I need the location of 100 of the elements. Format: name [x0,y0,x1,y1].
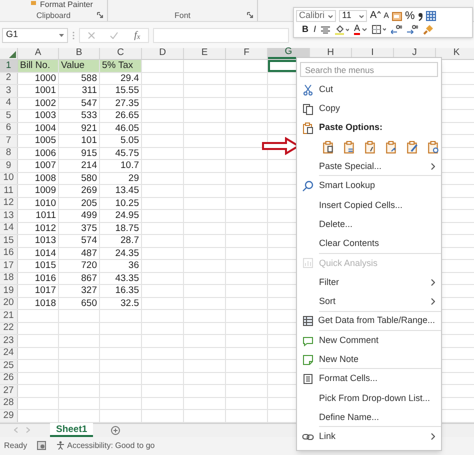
menu-item[interactable]: Get Data from Table/Range... [297,312,441,331]
menu-item[interactable]: Insert Copied Cells... [297,196,441,216]
insert-function-button[interactable]: f$_{x}$ [134,28,140,42]
table-cell: 327 [59,285,100,296]
macro-record-icon[interactable] [37,441,46,450]
row-header[interactable]: 16 [0,248,18,259]
table-cell: 15.55 [100,85,142,96]
sheet-tab[interactable]: Sheet1 [50,423,94,437]
row-header[interactable]: 10 [0,172,18,184]
menu-item[interactable]: Smart Lookup [297,176,441,196]
table-cell: 1011 [18,210,59,222]
font-color-button[interactable]: A [354,24,368,35]
menu-item[interactable]: Define Name... [297,408,441,428]
row-header[interactable]: 2 [0,72,18,84]
table-cell: 29 [100,172,142,184]
menu-item[interactable]: Link [297,427,441,447]
menu-item[interactable]: Clear Contents [297,234,441,254]
column-header[interactable]: C [100,48,142,59]
paste-option-button[interactable] [426,140,441,156]
menu-item[interactable]: New Note [297,350,441,370]
row-header[interactable]: 22 [0,322,18,334]
row-header[interactable]: 6 [0,122,18,134]
row-header[interactable]: 15 [0,235,18,246]
increase-decimal-icon[interactable] [391,25,402,34]
menu-item[interactable]: Paste Special... [297,157,441,176]
check-icon[interactable] [110,32,118,38]
accessibility-status[interactable]: Accessibility: Good to go [67,440,155,452]
table-cell: 46.05 [100,122,142,134]
table-cell: 311 [59,85,100,96]
column-header[interactable]: E [184,48,226,59]
add-sheet-icon[interactable] [111,426,120,434]
row-header[interactable]: 28 [0,398,18,409]
row-header[interactable]: 25 [0,360,18,372]
paste-option-button[interactable] [405,140,420,156]
column-header[interactable]: G [268,48,310,59]
chevron-right-icon [431,279,435,286]
borders-icon[interactable] [372,25,386,34]
shrink-font-button[interactable]: A [384,12,390,20]
row-header[interactable]: 24 [0,348,18,359]
paintbrush-icon[interactable] [423,24,434,34]
search-field[interactable]: Search the menus [300,62,438,77]
row-header[interactable]: 17 [0,260,18,272]
format-painter-button[interactable]: Format Painter [30,0,93,9]
paste-option-button[interactable] [384,140,399,156]
table-cell: 45.75 [100,148,142,159]
decrease-decimal-icon[interactable] [407,25,418,34]
row-header[interactable]: 8 [0,148,18,159]
paste-option-button[interactable] [342,140,357,156]
menu-item[interactable]: Cut [297,80,441,100]
row-header[interactable]: 3 [0,85,18,96]
menu-item[interactable]: New Comment [297,330,441,350]
paste-option-button[interactable] [321,140,336,156]
formula-input[interactable] [153,28,289,42]
grow-font-button[interactable]: A [370,11,381,21]
menu-item[interactable]: Delete... [297,215,441,234]
accounting-format-icon[interactable] [392,12,402,20]
menu-item[interactable]: Format Cells... [297,369,441,389]
column-header[interactable]: B [59,48,100,59]
table-icon[interactable] [426,11,436,21]
font-size-field[interactable]: 11 [339,10,367,22]
row-header[interactable]: 11 [0,185,18,196]
name-box[interactable]: G1 [2,28,68,42]
row-header[interactable]: 14 [0,222,18,234]
accessibility-icon[interactable] [56,441,66,450]
fill-color-icon[interactable] [335,24,350,34]
table-cell: Bill No. [18,60,59,72]
row-header[interactable]: 23 [0,335,18,346]
dialog-launcher-icon [97,12,103,18]
column-header[interactable]: A [18,48,59,59]
menu-item[interactable]: Sort [297,292,441,312]
paste-option-button[interactable] [363,140,378,156]
row-header[interactable]: 4 [0,98,18,109]
table-cell: 101 [59,135,100,146]
table-cell: 16.35 [100,285,142,296]
align-center-icon[interactable] [321,26,330,34]
column-header[interactable]: D [142,48,184,59]
comma-icon[interactable] [418,12,423,20]
bold-button[interactable]: B [302,25,308,34]
row-header[interactable]: 1 [0,60,18,72]
row-header[interactable]: 27 [0,385,18,396]
row-header[interactable]: 13 [0,210,18,222]
row-header[interactable]: 20 [0,298,18,309]
row-header[interactable]: 7 [0,135,18,146]
menu-item[interactable]: Pick From Drop-down List... [297,388,441,408]
row-header[interactable]: 18 [0,272,18,284]
menu-item[interactable]: Filter [297,272,441,292]
percent-button[interactable]: % [405,10,415,22]
row-header[interactable]: 19 [0,285,18,296]
caret-up-icon [376,11,381,14]
row-header[interactable]: 26 [0,372,18,384]
row-header[interactable]: 12 [0,198,18,209]
row-header[interactable]: 29 [0,410,18,422]
row-header[interactable]: 21 [0,310,18,322]
font-name-field[interactable]: Calibri [296,10,336,22]
row-header[interactable]: 9 [0,160,18,172]
italic-button[interactable]: I [314,25,316,34]
menu-item[interactable]: Copy [297,99,441,119]
table-icon [302,315,314,328]
table-cell: 1018 [18,298,59,309]
row-header[interactable]: 5 [0,110,18,122]
